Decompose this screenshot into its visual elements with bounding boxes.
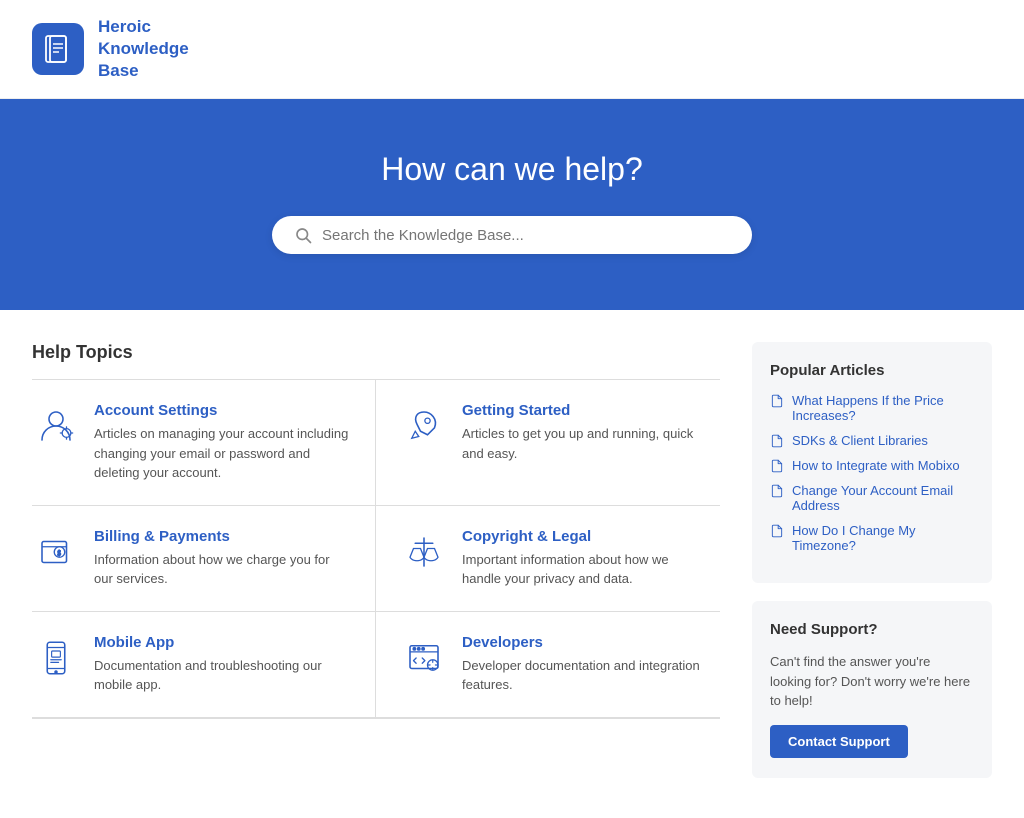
support-text: Can't find the answer you're looking for… xyxy=(770,652,974,711)
svg-text:$: $ xyxy=(57,549,61,557)
mobile-title: Mobile App xyxy=(94,634,351,651)
sidebar: Popular Articles What Happens If the Pri… xyxy=(752,342,992,778)
need-support-heading: Need Support? xyxy=(770,621,974,638)
mobile-text: Mobile App Documentation and troubleshoo… xyxy=(94,634,351,695)
topic-mobile[interactable]: Mobile App Documentation and troubleshoo… xyxy=(32,612,376,718)
legal-text: Copyright & Legal Important information … xyxy=(462,528,704,589)
mobile-icon xyxy=(32,634,80,682)
billing-title: Billing & Payments xyxy=(94,528,351,545)
getting-started-desc: Articles to get you up and running, quic… xyxy=(462,424,704,463)
search-input[interactable] xyxy=(322,227,730,244)
topic-developers[interactable]: Developers Developer documentation and i… xyxy=(376,612,720,718)
topic-billing[interactable]: $ Billing & Payments Information about h… xyxy=(32,506,376,612)
document-icon xyxy=(770,394,784,408)
topic-getting-started[interactable]: Getting Started Articles to get you up a… xyxy=(376,380,720,506)
legal-desc: Important information about how we handl… xyxy=(462,550,704,589)
developers-text: Developers Developer documentation and i… xyxy=(462,634,704,695)
topic-legal[interactable]: Copyright & Legal Important information … xyxy=(376,506,720,612)
hero-section: How can we help? xyxy=(0,99,1024,310)
article-item[interactable]: How Do I Change My Timezone? xyxy=(770,523,974,553)
billing-desc: Information about how we charge you for … xyxy=(94,550,351,589)
getting-started-icon xyxy=(400,402,448,450)
topic-account-settings[interactable]: Account Settings Articles on managing yo… xyxy=(32,380,376,506)
getting-started-text: Getting Started Articles to get you up a… xyxy=(462,402,704,463)
search-icon xyxy=(294,226,312,244)
need-support-card: Need Support? Can't find the answer you'… xyxy=(752,601,992,778)
article-item[interactable]: What Happens If the Price Increases? xyxy=(770,393,974,423)
billing-icon: $ xyxy=(32,528,80,576)
contact-support-button[interactable]: Contact Support xyxy=(770,725,908,758)
developers-title: Developers xyxy=(462,634,704,651)
logo-icon[interactable] xyxy=(32,23,84,75)
site-header: Heroic Knowledge Base xyxy=(0,0,1024,99)
article-item[interactable]: How to Integrate with Mobixo xyxy=(770,458,974,473)
developers-desc: Developer documentation and integration … xyxy=(462,656,704,695)
legal-icon xyxy=(400,528,448,576)
topics-section: Help Topics Account Setti xyxy=(32,342,720,778)
developers-icon xyxy=(400,634,448,682)
mobile-desc: Documentation and troubleshooting our mo… xyxy=(94,656,351,695)
legal-title: Copyright & Legal xyxy=(462,528,704,545)
article-item[interactable]: Change Your Account Email Address xyxy=(770,483,974,513)
article-item[interactable]: SDKs & Client Libraries xyxy=(770,433,974,448)
document-icon xyxy=(770,434,784,448)
article-list: What Happens If the Price Increases? SDK… xyxy=(770,393,974,553)
account-settings-icon xyxy=(32,402,80,450)
account-settings-title: Account Settings xyxy=(94,402,351,419)
main-content: Help Topics Account Setti xyxy=(0,310,1024,818)
popular-articles-card: Popular Articles What Happens If the Pri… xyxy=(752,342,992,583)
logo-text: Heroic Knowledge Base xyxy=(98,16,189,82)
document-icon xyxy=(770,524,784,538)
document-icon xyxy=(770,484,784,498)
popular-articles-heading: Popular Articles xyxy=(770,362,974,379)
account-settings-desc: Articles on managing your account includ… xyxy=(94,424,351,483)
topics-heading: Help Topics xyxy=(32,342,720,363)
getting-started-title: Getting Started xyxy=(462,402,704,419)
account-settings-text: Account Settings Articles on managing yo… xyxy=(94,402,351,483)
hero-heading: How can we help? xyxy=(32,151,992,188)
search-bar[interactable] xyxy=(272,216,752,254)
document-icon xyxy=(770,459,784,473)
topics-grid: Account Settings Articles on managing yo… xyxy=(32,380,720,718)
billing-text: Billing & Payments Information about how… xyxy=(94,528,351,589)
